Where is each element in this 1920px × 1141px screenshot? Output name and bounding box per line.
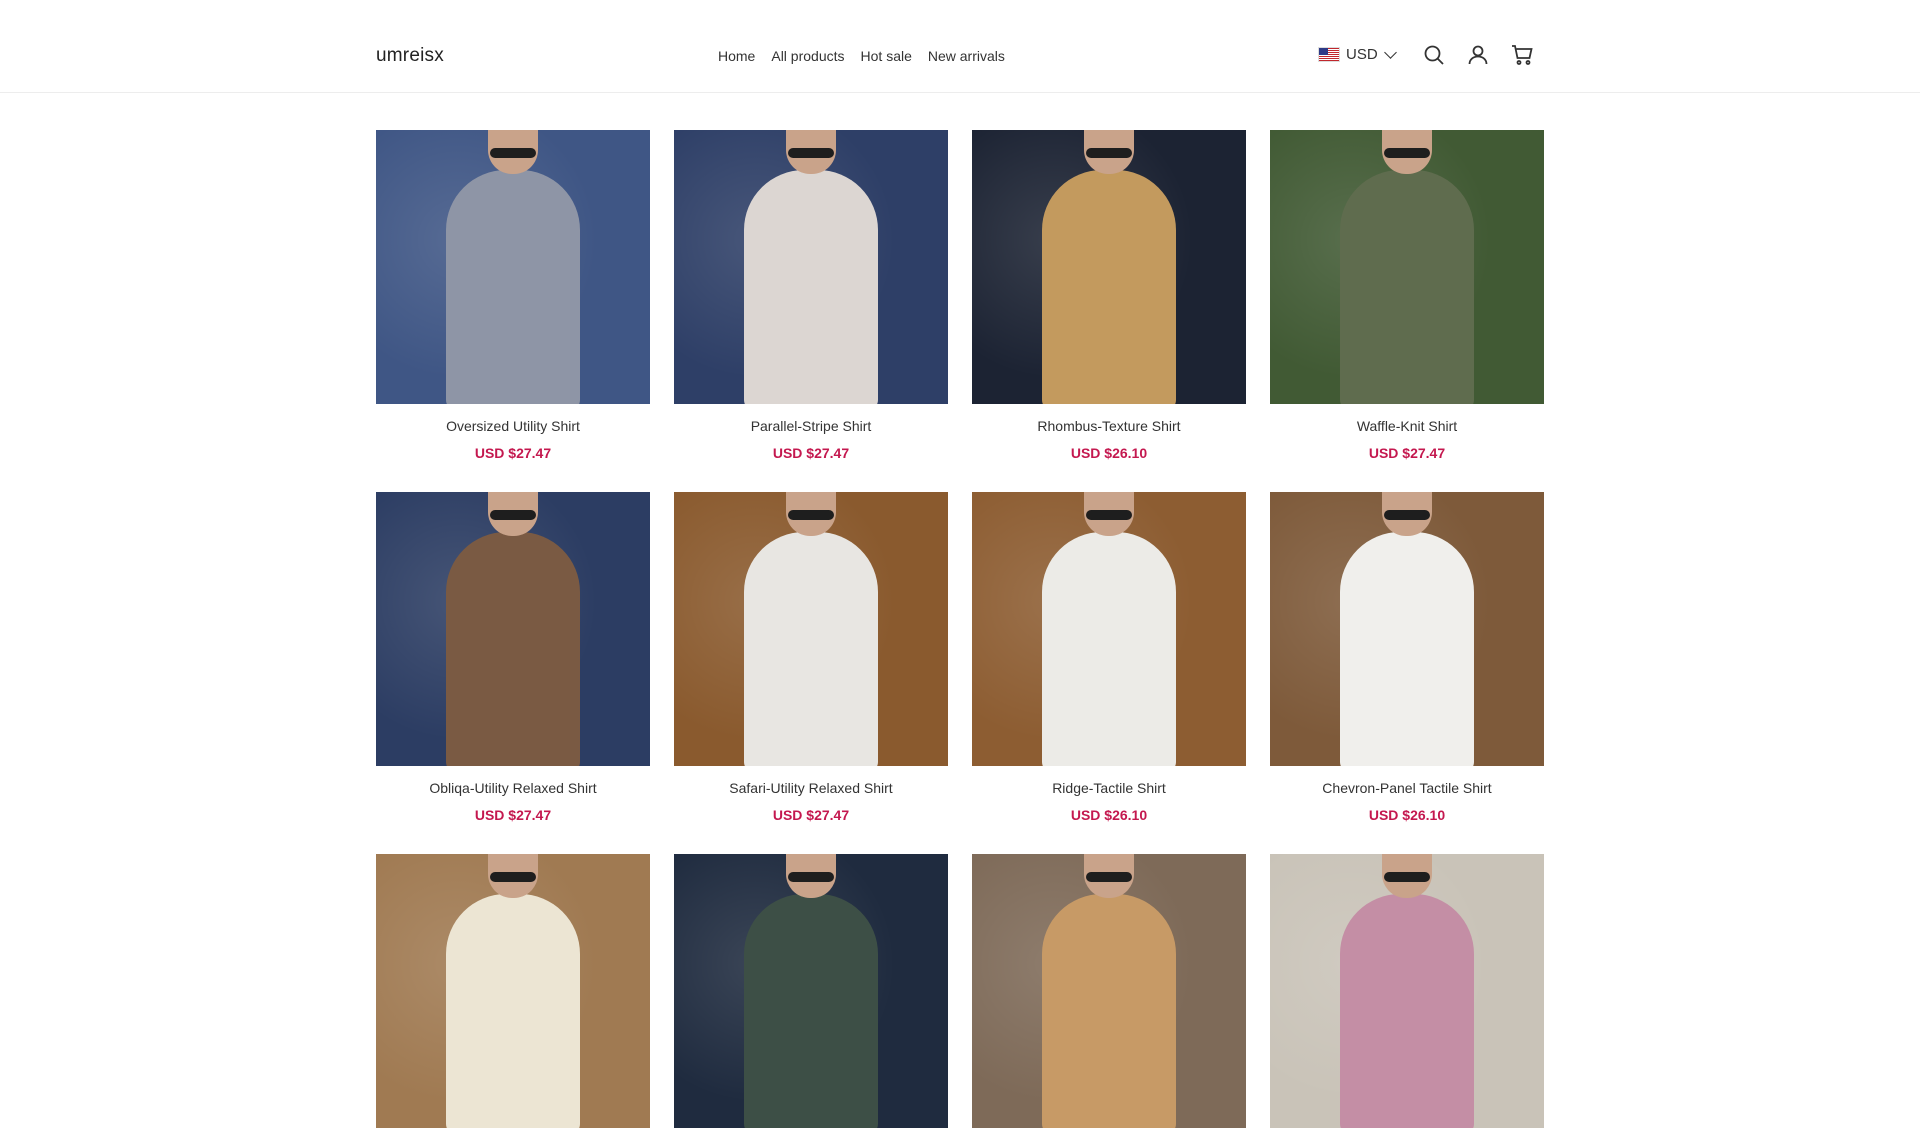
product-card[interactable]: Waffle-Knit Shirt USD $27.47	[1270, 130, 1544, 462]
currency-selector[interactable]: USD	[1318, 45, 1397, 63]
chevron-down-icon	[1383, 45, 1397, 59]
product-price: USD $27.47	[1368, 445, 1446, 461]
site-header: umreisx Home All products Hot sale New a…	[0, 0, 1920, 93]
product-price: USD $27.47	[474, 445, 552, 461]
nav-hot-sale[interactable]: Hot sale	[861, 47, 912, 65]
product-image[interactable]	[674, 854, 948, 1128]
account-icon[interactable]	[1466, 43, 1490, 67]
product-image[interactable]	[972, 854, 1246, 1128]
product-image[interactable]	[972, 492, 1246, 766]
product-name[interactable]: Obliqa-Utility Relaxed Shirt	[376, 779, 650, 797]
product-price: USD $27.47	[772, 807, 850, 823]
product-price: USD $26.10	[1070, 445, 1148, 461]
product-image[interactable]	[376, 854, 650, 1128]
product-card[interactable]	[1270, 854, 1544, 1141]
product-name[interactable]: Chevron-Panel Tactile Shirt	[1270, 779, 1544, 797]
product-card[interactable]: Chevron-Panel Tactile Shirt USD $26.10	[1270, 492, 1544, 824]
nav-new-arrivals[interactable]: New arrivals	[928, 47, 1005, 65]
us-flag-icon	[1318, 47, 1340, 62]
product-card[interactable]: Parallel-Stripe Shirt USD $27.47	[674, 130, 948, 462]
product-image[interactable]	[674, 130, 948, 404]
product-card[interactable]: Rhombus-Texture Shirt USD $26.10	[972, 130, 1246, 462]
product-card[interactable]: Oversized Utility Shirt USD $27.47	[376, 130, 650, 462]
product-name[interactable]: Oversized Utility Shirt	[376, 417, 650, 435]
product-image[interactable]	[674, 492, 948, 766]
product-card[interactable]	[972, 854, 1246, 1141]
product-name[interactable]: Parallel-Stripe Shirt	[674, 417, 948, 435]
product-image[interactable]	[376, 492, 650, 766]
product-card[interactable]: Safari-Utility Relaxed Shirt USD $27.47	[674, 492, 948, 824]
product-price: USD $26.10	[1368, 807, 1446, 823]
product-name[interactable]: Waffle-Knit Shirt	[1270, 417, 1544, 435]
product-name[interactable]: Ridge-Tactile Shirt	[972, 779, 1246, 797]
product-card[interactable]	[674, 854, 948, 1141]
product-image[interactable]	[1270, 854, 1544, 1128]
product-price: USD $27.47	[772, 445, 850, 461]
store-logo[interactable]: umreisx	[376, 44, 444, 68]
search-icon[interactable]	[1422, 43, 1446, 67]
product-image[interactable]	[376, 130, 650, 404]
product-name[interactable]: Safari-Utility Relaxed Shirt	[674, 779, 948, 797]
product-card[interactable]: Obliqa-Utility Relaxed Shirt USD $27.47	[376, 492, 650, 824]
product-price: USD $26.10	[1070, 807, 1148, 823]
cart-icon[interactable]	[1510, 43, 1534, 67]
nav-all-products[interactable]: All products	[771, 47, 844, 65]
product-image[interactable]	[1270, 130, 1544, 404]
nav-home[interactable]: Home	[718, 47, 755, 65]
product-image[interactable]	[972, 130, 1246, 404]
product-price: USD $27.47	[474, 807, 552, 823]
product-card[interactable]	[376, 854, 650, 1141]
product-card[interactable]: Ridge-Tactile Shirt USD $26.10	[972, 492, 1246, 824]
product-grid: Oversized Utility Shirt USD $27.47 Paral…	[376, 130, 1544, 1141]
currency-label: USD	[1346, 46, 1378, 63]
main-nav: Home All products Hot sale New arrivals	[718, 47, 1005, 65]
product-image[interactable]	[1270, 492, 1544, 766]
product-name[interactable]: Rhombus-Texture Shirt	[972, 417, 1246, 435]
